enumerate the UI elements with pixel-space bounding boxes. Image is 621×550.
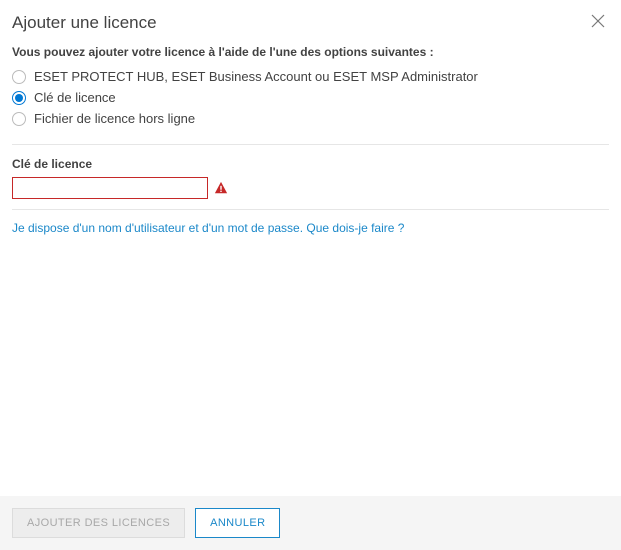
instruction-text: Vous pouvez ajouter votre licence à l'ai… <box>12 45 609 59</box>
dialog-content: Vous pouvez ajouter votre licence à l'ai… <box>0 41 621 496</box>
username-password-help-link[interactable]: Je dispose d'un nom d'utilisateur et d'u… <box>12 221 404 235</box>
close-icon <box>591 14 605 31</box>
add-licenses-button[interactable]: AJOUTER DES LICENCES <box>12 508 185 538</box>
close-button[interactable] <box>589 12 607 33</box>
license-option-group: ESET PROTECT HUB, ESET Business Account … <box>12 69 609 126</box>
divider <box>12 144 609 145</box>
radio-icon <box>12 112 26 126</box>
option-license-key[interactable]: Clé de licence <box>12 90 609 105</box>
radio-icon <box>12 91 26 105</box>
dialog-footer: AJOUTER DES LICENCES ANNULER <box>0 496 621 550</box>
dialog-header: Ajouter une licence <box>0 0 621 41</box>
option-hub[interactable]: ESET PROTECT HUB, ESET Business Account … <box>12 69 609 84</box>
license-key-label: Clé de licence <box>12 157 609 171</box>
license-key-row <box>12 177 609 199</box>
dialog-title: Ajouter une licence <box>12 13 157 33</box>
option-offline-file-label: Fichier de licence hors ligne <box>34 111 195 126</box>
divider <box>12 209 609 210</box>
warning-icon <box>214 181 228 195</box>
option-offline-file[interactable]: Fichier de licence hors ligne <box>12 111 609 126</box>
license-key-input[interactable] <box>12 177 208 199</box>
radio-icon <box>12 70 26 84</box>
option-license-key-label: Clé de licence <box>34 90 116 105</box>
add-license-dialog: Ajouter une licence Vous pouvez ajouter … <box>0 0 621 550</box>
cancel-button[interactable]: ANNULER <box>195 508 280 538</box>
option-hub-label: ESET PROTECT HUB, ESET Business Account … <box>34 69 478 84</box>
